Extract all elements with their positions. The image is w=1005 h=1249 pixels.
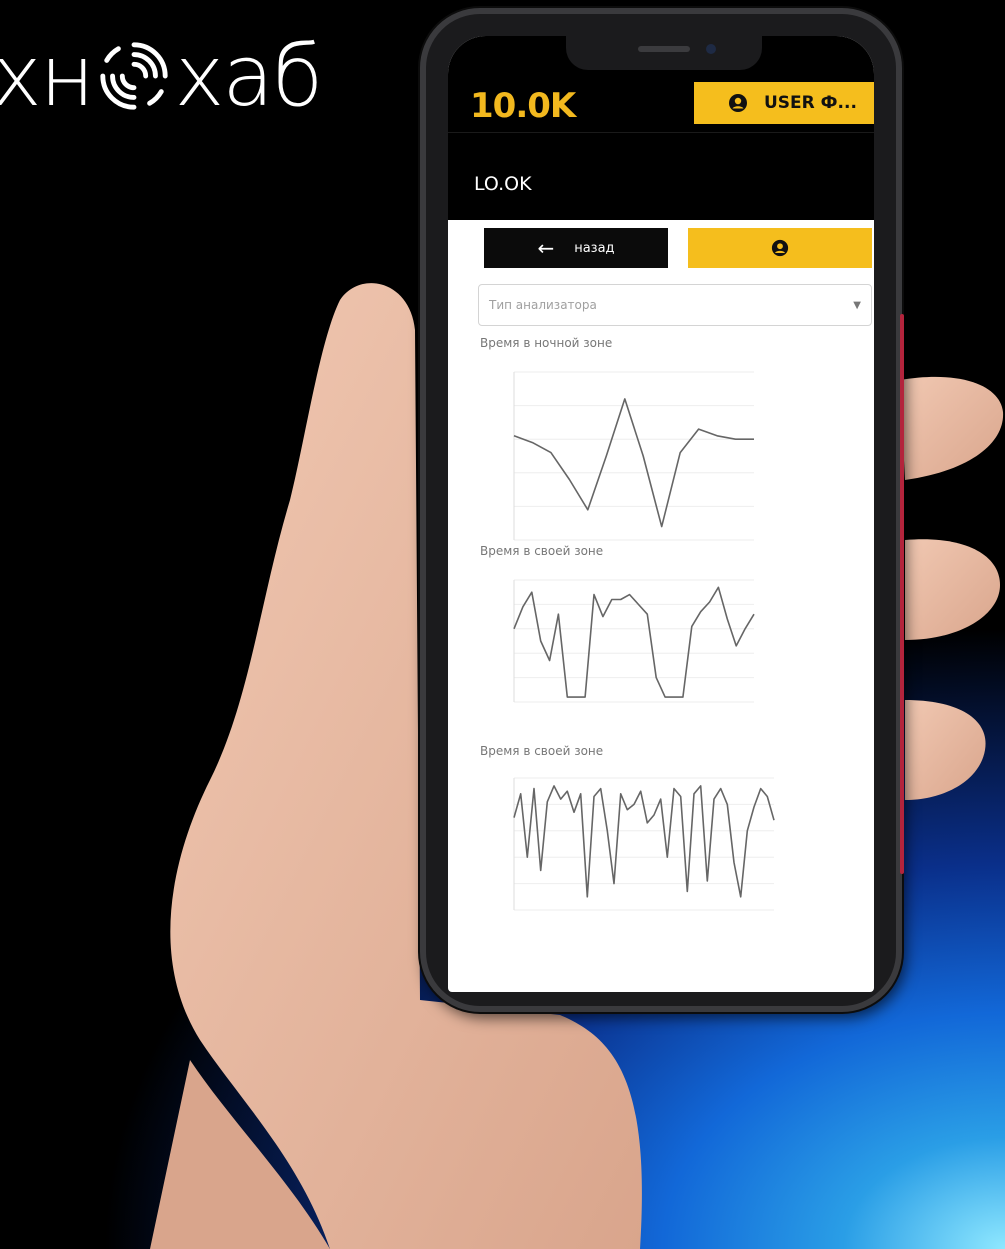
- chart-2-title: Время в своей зоне: [480, 544, 604, 558]
- page-title: LO.OK: [474, 173, 532, 195]
- profile-button[interactable]: [688, 228, 872, 268]
- arrow-left-icon: ←: [537, 236, 555, 260]
- chart-3: [484, 766, 784, 926]
- phone-notch: [566, 36, 762, 70]
- chart-1-title: Время в ночной зоне: [480, 336, 613, 350]
- speaker-grill: [638, 46, 690, 52]
- phone-side-edge: [900, 314, 904, 874]
- front-camera: [706, 44, 716, 54]
- series-line: [513, 586, 755, 698]
- chart-1-svg: [513, 371, 754, 541]
- user-circle-icon: [771, 239, 789, 257]
- series-line: [513, 785, 775, 898]
- chart-1: [484, 360, 764, 556]
- caret-down-icon: ▼: [853, 299, 861, 311]
- user-menu-button[interactable]: USER Ф...: [694, 82, 874, 124]
- series-line: [513, 398, 754, 528]
- phone-frame: 10.0K USER Ф... LO.OK ← назад Тип анализ…: [420, 8, 904, 1012]
- analyzer-type-select[interactable]: Тип анализатора ▼: [478, 284, 872, 326]
- select-placeholder: Тип анализатора: [489, 298, 597, 312]
- chart-2: [484, 568, 764, 718]
- user-menu-label: USER Ф...: [764, 93, 857, 113]
- back-button-label: назад: [574, 240, 615, 256]
- app-logo[interactable]: 10.0K: [470, 86, 576, 126]
- back-button[interactable]: ← назад: [484, 228, 668, 268]
- chart-3-svg: [513, 777, 775, 911]
- user-circle-icon: [729, 94, 747, 112]
- chart-3-title: Время в своей зоне: [480, 744, 604, 758]
- page-header: LO.OK: [448, 132, 874, 220]
- chart-2-svg: [513, 579, 755, 703]
- phone-screen: 10.0K USER Ф... LO.OK ← назад Тип анализ…: [448, 36, 874, 992]
